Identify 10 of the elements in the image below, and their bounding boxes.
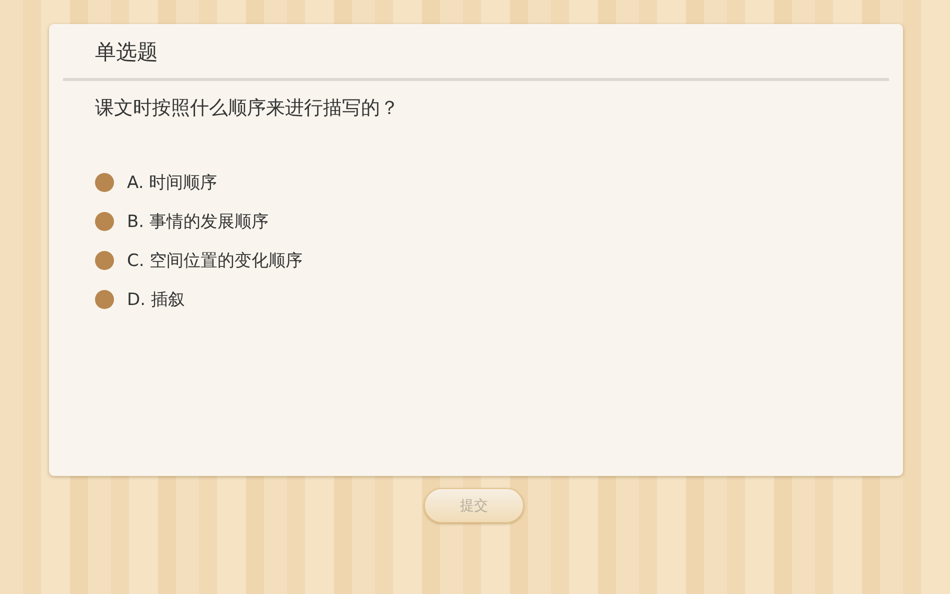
question-text: 课文时按照什么顺序来进行描写的？ [94,96,400,121]
answer-option[interactable]: C. 空间位置的变化顺序 [95,241,303,280]
radio-button[interactable] [95,173,114,192]
radio-button[interactable] [95,251,114,270]
radio-button[interactable] [95,290,114,309]
answer-option[interactable]: B. 事情的发展顺序 [95,202,268,241]
answer-option[interactable]: D. 插叙 [95,280,185,319]
question-type-title: 单选题 [94,39,159,66]
radio-button[interactable] [95,212,114,231]
answer-option[interactable]: A. 时间顺序 [95,163,218,202]
